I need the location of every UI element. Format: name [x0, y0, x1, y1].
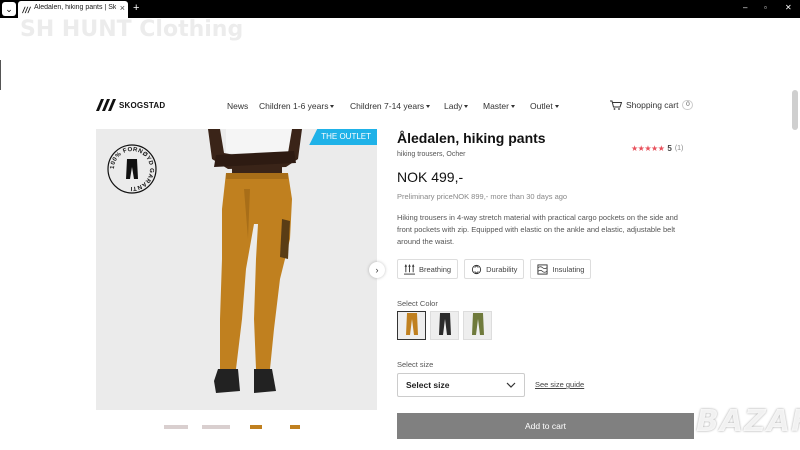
feature-breathing: Breathing	[397, 259, 459, 279]
minimize-button[interactable]: –	[743, 3, 747, 12]
page-edge	[0, 60, 1, 90]
feature-label: Durability	[486, 264, 518, 274]
feature-insulating: Insulating	[530, 259, 592, 279]
size-guide-link[interactable]: See size guide	[535, 380, 584, 389]
cart-icon	[610, 100, 622, 110]
maximize-button[interactable]: ▫	[764, 3, 767, 12]
new-tab-button[interactable]: +	[133, 2, 139, 15]
browser-tab-bar: ⌄ Åledalen, hiking pants | Skogstad × + …	[0, 0, 800, 18]
color-swatch-ocher[interactable]	[397, 311, 426, 340]
insulating-icon	[537, 263, 548, 275]
product-main-image[interactable]: THE OUTLET 100% FORNØYD GARANTI	[96, 129, 377, 410]
rating-value: 5	[667, 144, 672, 153]
skogstad-logo[interactable]: SKOGSTAD	[96, 98, 165, 112]
product-price: NOK 499,-	[397, 169, 464, 185]
nav-label: News	[227, 101, 249, 111]
chevron-down-icon	[554, 105, 559, 108]
product-title: Åledalen, hiking pants	[397, 130, 546, 146]
feature-durability: Durability	[464, 259, 525, 279]
product-description: Hiking trousers in 4-way stretch materia…	[397, 213, 678, 246]
nav-lady[interactable]: Lady	[444, 101, 469, 113]
chevron-down-icon	[464, 105, 469, 108]
close-window-button[interactable]: ✕	[785, 3, 792, 12]
size-select[interactable]: Select size	[397, 373, 525, 397]
add-to-cart-button[interactable]: Add to cart	[397, 413, 694, 439]
scrollbar-thumb[interactable]	[792, 90, 798, 130]
tab-title: Åledalen, hiking pants | Skogstad	[34, 4, 116, 11]
color-swatches	[397, 311, 492, 340]
size-select-value: Select size	[406, 380, 450, 390]
color-swatch-black[interactable]	[430, 311, 459, 340]
chevron-down-icon	[506, 382, 516, 388]
feature-label: Insulating	[552, 264, 585, 274]
rating-widget[interactable]: ★★★★★ 5 (1)	[631, 144, 683, 153]
recycle-icon	[472, 264, 482, 274]
cart-label: Shopping cart	[626, 100, 679, 110]
tab-close-icon[interactable]: ×	[120, 3, 125, 13]
star-rating-icon: ★★★★★	[631, 144, 665, 153]
preliminary-price: Preliminary priceNOK 899,- more than 30 …	[397, 192, 568, 201]
outlet-badge: THE OUTLET	[309, 129, 377, 145]
logo-mark-icon	[96, 99, 116, 111]
select-color-label: Select Color	[397, 299, 438, 308]
chevron-right-icon: ›	[375, 265, 379, 275]
tab-menu-button[interactable]: ⌄	[2, 2, 16, 16]
nav-master[interactable]: Master	[483, 101, 515, 113]
chevron-down-icon	[426, 105, 431, 108]
nav-children-1-6[interactable]: Children 1-6 years	[259, 101, 335, 113]
watermark-bazar: BAZAR	[696, 404, 800, 439]
browser-tab[interactable]: Åledalen, hiking pants | Skogstad ×	[18, 1, 128, 18]
cart-count-badge: 0	[682, 100, 694, 110]
breathing-icon	[404, 263, 415, 275]
ocher-pants-thumbnail	[405, 313, 418, 335]
select-size-label: Select size	[397, 360, 434, 369]
thumbnail-2	[202, 425, 230, 429]
nav-label: Children 7-14 years	[350, 101, 425, 111]
nav-label: Outlet	[530, 101, 553, 111]
gallery-thumbnails[interactable]	[164, 423, 304, 431]
nav-label: Master	[483, 101, 509, 111]
color-swatch-olive[interactable]	[463, 311, 492, 340]
logo-text: SKOGSTAD	[119, 100, 166, 110]
thumbnail-1	[164, 425, 188, 429]
guarantee-seal-icon: 100% FORNØYD GARANTI	[107, 144, 157, 194]
black-pants-thumbnail	[438, 313, 451, 335]
product-subtitle: hiking trousers, Ocher	[397, 151, 466, 158]
watermark-top: SH HUNT Clothing	[20, 17, 244, 42]
chevron-down-icon	[510, 105, 515, 108]
nav-label: Children 1-6 years	[259, 101, 329, 111]
thumbnail-4	[290, 425, 300, 429]
skogstad-favicon-icon	[22, 6, 31, 14]
nav-children-7-14[interactable]: Children 7-14 years	[350, 101, 431, 113]
gallery-next-button[interactable]: ›	[369, 262, 385, 278]
feature-label: Breathing	[419, 264, 452, 274]
svg-text:100% FORNØYD GARANTI: 100% FORNØYD GARANTI	[110, 147, 154, 191]
thumbnail-3	[250, 425, 262, 429]
nav-outlet[interactable]: Outlet	[530, 101, 559, 113]
shopping-cart-button[interactable]: Shopping cart 0	[610, 100, 694, 110]
chevron-down-icon	[330, 105, 335, 108]
nav-label: Lady	[444, 101, 463, 111]
olive-pants-thumbnail	[471, 313, 484, 335]
nav-news[interactable]: News	[227, 101, 248, 113]
feature-list: Breathing Durability Insulating	[397, 259, 592, 279]
rating-count: (1)	[674, 145, 684, 152]
